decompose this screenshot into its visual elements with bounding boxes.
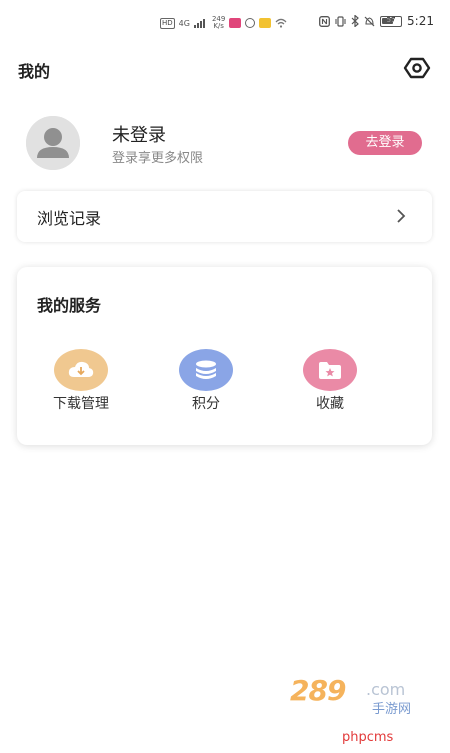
coin-stack-icon — [179, 349, 233, 391]
mute-icon — [364, 16, 375, 26]
browse-history-row[interactable]: 浏览记录 — [17, 191, 432, 242]
chevron-right-icon — [397, 209, 406, 223]
clock: 5:21 — [407, 14, 434, 28]
services-title: 我的服务 — [37, 296, 102, 315]
settings-button[interactable] — [402, 54, 432, 82]
watermark-subtitle: 手游网 — [372, 702, 412, 717]
watermark-tag: phpcms — [342, 730, 394, 745]
user-hint: 登录享更多权限 — [112, 151, 204, 166]
user-name: 未登录 — [112, 125, 166, 146]
service-favorites[interactable]: 收藏 — [290, 349, 370, 413]
service-points-label: 积分 — [192, 396, 220, 412]
message-notification-icon — [259, 18, 272, 28]
vibrate-icon — [335, 15, 346, 27]
net-speed: 249 K/s — [212, 16, 225, 30]
hd-indicator: HD — [160, 17, 175, 29]
status-bar: HD 4G 249 K/s 57 5:21 — [0, 0, 450, 46]
services-card: 我的服务 下载管理 积分 收藏 — [17, 267, 432, 445]
network-type: 4G — [178, 18, 190, 28]
net-speed-unit: K/s — [213, 22, 224, 30]
status-left: HD 4G 249 K/s — [160, 16, 287, 30]
star-folder-icon — [303, 349, 357, 391]
wifi-icon — [275, 18, 287, 28]
download-cloud-icon — [54, 349, 108, 391]
signal-icon — [193, 19, 205, 28]
service-download-manager-label: 下载管理 — [53, 396, 109, 412]
service-favorites-label: 收藏 — [316, 396, 344, 412]
battery-icon: 57 — [380, 15, 403, 27]
service-download-manager[interactable]: 下载管理 — [41, 349, 121, 413]
service-points[interactable]: 积分 — [166, 349, 246, 413]
site-watermark: 289 .com 手游网 — [284, 672, 434, 722]
settings-eye-icon — [403, 57, 431, 79]
page-title: 我的 — [18, 62, 51, 81]
login-button[interactable]: 去登录 — [348, 131, 422, 155]
status-right: 57 5:21 — [319, 14, 434, 28]
bluetooth-icon — [351, 15, 359, 27]
browse-history-label: 浏览记录 — [37, 209, 102, 228]
nfc-icon — [319, 15, 330, 27]
circle-notification-icon — [245, 18, 256, 28]
avatar[interactable] — [26, 116, 80, 170]
app-notification-icon — [229, 18, 242, 28]
battery-level: 57 — [386, 15, 396, 24]
default-user-icon — [26, 116, 80, 170]
watermark-logo: 289 — [290, 674, 346, 707]
watermark-domain: .com — [366, 680, 406, 699]
